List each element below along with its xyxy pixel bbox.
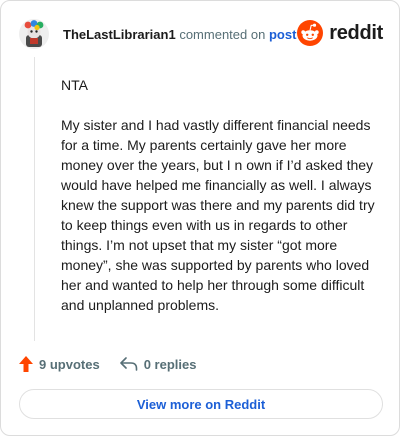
user-avatar[interactable]: [19, 19, 49, 49]
comment-header: TheLastLibrarian1 commented on post redd…: [19, 17, 383, 53]
reply-button[interactable]: 0 replies: [119, 356, 197, 372]
view-more-button[interactable]: View more on Reddit: [19, 389, 383, 419]
upvote-button[interactable]: 9 upvotes: [19, 356, 100, 372]
comment-paragraph: NTA: [61, 77, 88, 93]
reddit-logo[interactable]: reddit: [297, 19, 383, 47]
thread-line: [34, 57, 35, 341]
reply-count: 0 replies: [143, 356, 197, 372]
reddit-wordmark: reddit: [329, 21, 383, 44]
comment-meta: TheLastLibrarian1 commented on post: [63, 27, 296, 42]
reddit-alien-icon: [297, 20, 324, 46]
comment-embed-card: TheLastLibrarian1 commented on post redd…: [0, 0, 400, 436]
comment-actions: 9 upvotes 0 replies: [19, 353, 196, 375]
arrow-up-icon: [19, 356, 33, 372]
reply-arrow-icon: [119, 357, 137, 371]
comment-body: NTA My sister and I had vastly different…: [61, 75, 379, 335]
username-link[interactable]: TheLastLibrarian1: [63, 27, 176, 42]
commented-on-label: commented on: [179, 27, 266, 42]
post-link[interactable]: post: [269, 27, 296, 42]
avatar-icon: [19, 19, 49, 49]
comment-paragraph: My sister and I had vastly different fin…: [61, 117, 375, 313]
upvote-count: 9 upvotes: [39, 356, 100, 372]
